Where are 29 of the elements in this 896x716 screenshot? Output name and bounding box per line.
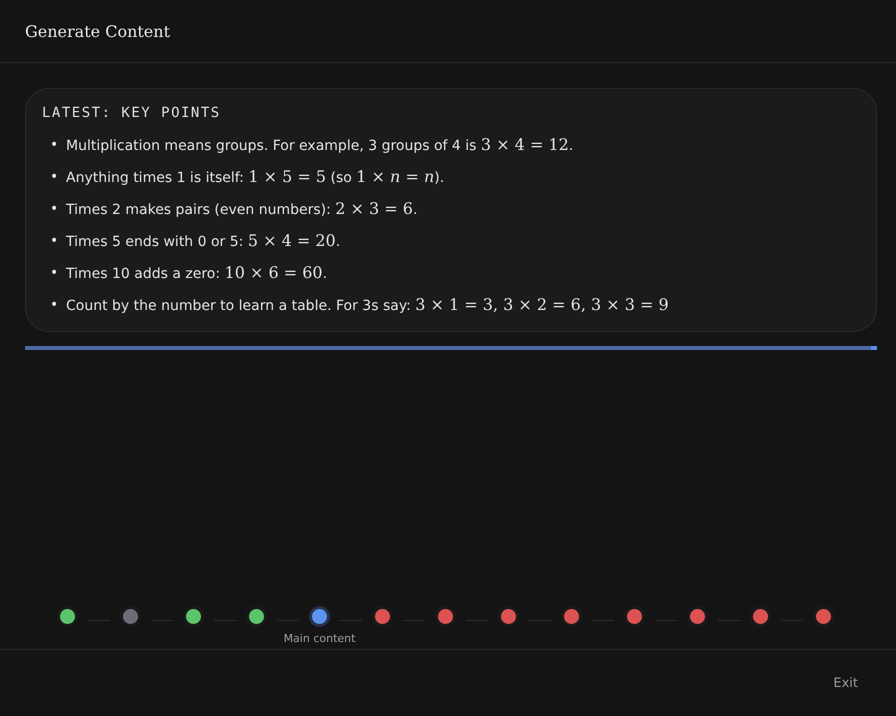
bullet-marker: •: [50, 264, 60, 283]
step-dot[interactable]: [372, 606, 393, 627]
bullet-marker: •: [50, 136, 60, 155]
step-dot[interactable]: [246, 606, 267, 627]
key-point: Times 5 ends with 0 or 5: 5 × 4 = 20.: [66, 230, 340, 252]
step-dot[interactable]: [498, 606, 519, 627]
step-dot[interactable]: [120, 606, 141, 627]
step-dot[interactable]: [561, 606, 582, 627]
card-heading: LATEST: KEY POINTS: [42, 105, 222, 121]
key-point: Anything times 1 is itself: 1 × 5 = 5 (so 1 × n = n).: [66, 166, 444, 188]
key-point: Times 2 makes pairs (even numbers): 2 × 3 = 6.: [66, 198, 418, 220]
step-dot[interactable]: [624, 606, 645, 627]
window-title: Generate Content: [25, 22, 170, 40]
exit-button[interactable]: Exit: [823, 670, 868, 696]
key-point: Multiplication means groups. For example, 3 groups of 4 is 3 × 4 = 12.: [66, 134, 574, 156]
step-dot[interactable]: [813, 606, 834, 627]
step-label: Main content: [284, 632, 356, 645]
bullet-marker: •: [50, 232, 60, 251]
step-dot[interactable]: [183, 606, 204, 627]
bullet-marker: •: [50, 168, 60, 187]
step-dot[interactable]: [309, 606, 330, 627]
bullet-marker: •: [50, 296, 60, 315]
key-point: Count by the number to learn a table. For 3s say: 3 × 1 = 3, 3 × 2 = 6, 3 × 3 = 9: [66, 294, 669, 316]
step-dot[interactable]: [750, 606, 771, 627]
key-point: Times 10 adds a zero: 10 × 6 = 60.: [66, 262, 328, 284]
bullet-marker: •: [50, 200, 60, 219]
step-dot[interactable]: [687, 606, 708, 627]
step-dot[interactable]: [57, 606, 78, 627]
step-dot[interactable]: [435, 606, 456, 627]
